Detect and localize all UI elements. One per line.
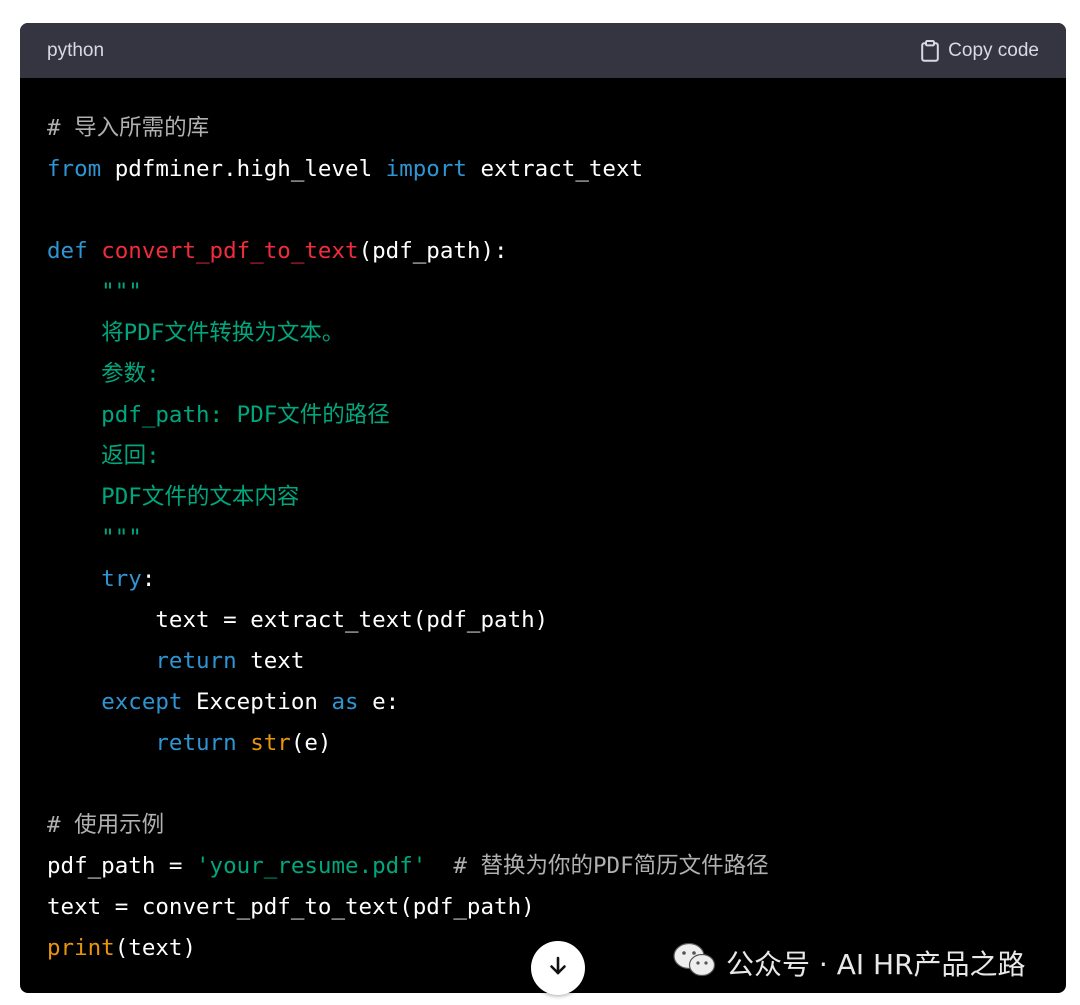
code-token: try	[101, 566, 142, 592]
code-token: return	[155, 648, 237, 674]
watermark-text: 公众号 · AI HR产品之路	[726, 948, 1026, 981]
code-line: text = extract_text(pdf_path)	[47, 600, 1039, 641]
code-header: python Copy code	[20, 23, 1066, 78]
code-line: # 使用示例	[47, 805, 1039, 846]
code-token: return	[155, 730, 237, 756]
code-token: :	[141, 566, 156, 592]
code-token: text = extract_text(pdf_path)	[47, 607, 549, 633]
code-token: (text)	[114, 935, 197, 961]
code-token: 将PDF文件转换为文本。	[47, 320, 345, 346]
code-token: (e)	[290, 730, 332, 756]
code-token: # 替换为你的PDF简历文件路径	[453, 853, 769, 879]
code-line: # 导入所需的库	[47, 108, 1039, 149]
code-content: # 导入所需的库 from pdfminer.high_level import …	[20, 78, 1066, 969]
code-token: extract_text	[466, 156, 644, 182]
code-token: 参数:	[47, 361, 160, 387]
code-token: text	[236, 648, 305, 674]
code-token: print	[47, 935, 115, 961]
code-line: pdf_path: PDF文件的路径	[47, 395, 1039, 436]
wechat-icon	[672, 941, 716, 986]
code-line: def convert_pdf_to_text(pdf_path):	[47, 231, 1039, 272]
code-token: """	[47, 279, 142, 305]
code-token: convert_pdf_to_text	[101, 238, 359, 264]
code-line: PDF文件的文本内容	[47, 477, 1039, 518]
code-token: except	[101, 689, 183, 715]
code-token: """	[47, 525, 142, 551]
code-line: except Exception as e:	[47, 682, 1039, 723]
code-line: 参数:	[47, 354, 1039, 395]
watermark: 公众号 · AI HR产品之路	[672, 941, 1026, 985]
code-line: from pdfminer.high_level import extract_…	[47, 149, 1039, 190]
code-token: # 使用示例	[47, 812, 165, 838]
clipboard-icon	[921, 39, 939, 62]
code-token: as	[331, 689, 359, 715]
code-token: Exception	[182, 689, 332, 715]
code-token: 返回:	[47, 443, 160, 469]
language-label: python	[47, 39, 105, 61]
code-line: """	[47, 272, 1039, 313]
code-token: import	[385, 156, 467, 182]
code-line: 返回:	[47, 436, 1039, 477]
code-token: str	[250, 730, 291, 756]
code-token: pdfminer.high_level	[101, 156, 386, 182]
code-token: 'your_resume.pdf'	[196, 853, 427, 879]
code-token: (pdf_path):	[358, 238, 508, 264]
code-token: text = convert_pdf_to_text(pdf_path)	[47, 894, 535, 920]
scroll-to-bottom-button[interactable]	[531, 941, 585, 995]
code-line: return str(e)	[47, 723, 1039, 764]
code-token: pdf_path: PDF文件的路径	[47, 402, 390, 428]
code-line: text = convert_pdf_to_text(pdf_path)	[47, 887, 1039, 928]
copy-code-button[interactable]: Copy code	[921, 39, 1039, 62]
code-token: from	[47, 156, 102, 182]
code-token: # 导入所需的库	[47, 115, 210, 141]
code-line: 将PDF文件转换为文本。	[47, 313, 1039, 354]
code-line: try:	[47, 559, 1039, 600]
code-token: e:	[358, 689, 400, 715]
code-block: python Copy code # 导入所需的库 from pdfminer.h…	[20, 23, 1066, 993]
code-token: PDF文件的文本内容	[47, 484, 300, 510]
code-line: """	[47, 518, 1039, 559]
code-token: pdf_path =	[47, 853, 197, 879]
code-line: return text	[47, 641, 1039, 682]
copy-code-label: Copy code	[948, 39, 1039, 61]
arrow-down-icon	[546, 954, 570, 983]
code-token: def	[47, 238, 88, 264]
code-line: pdf_path = 'your_resume.pdf' # 替换为你的PDF简…	[47, 846, 1039, 887]
